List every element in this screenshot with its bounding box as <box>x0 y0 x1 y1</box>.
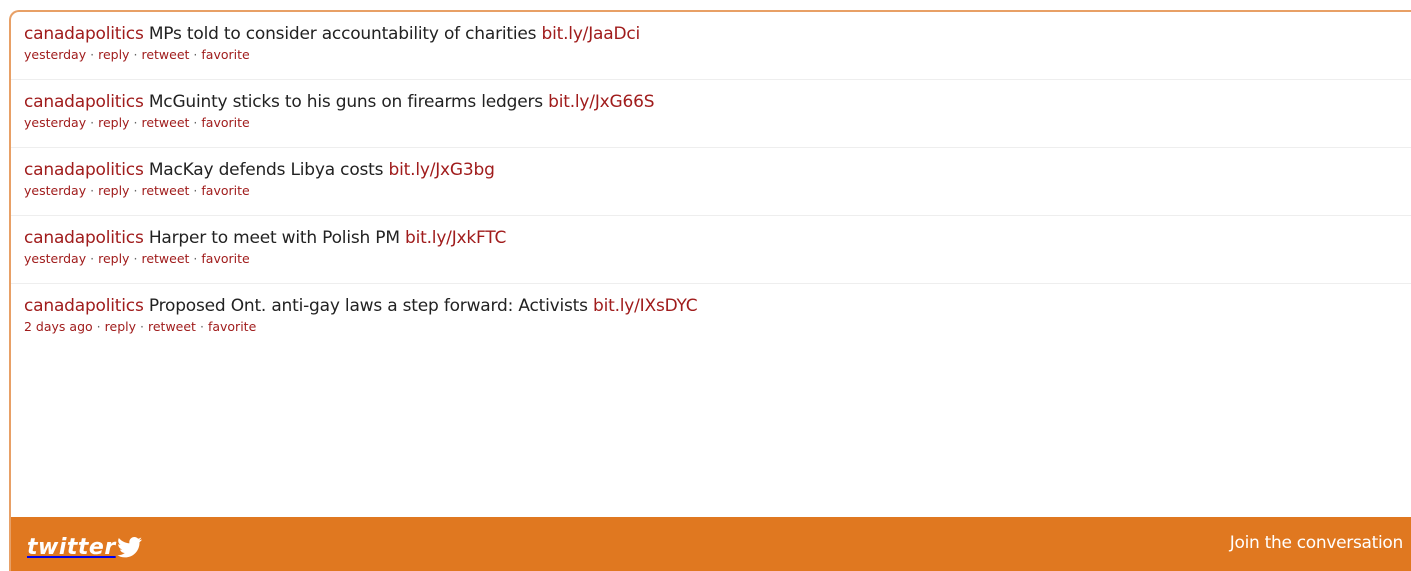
tweet-url-link[interactable]: bit.ly/JaaDci <box>542 24 641 44</box>
separator: · <box>133 47 138 62</box>
favorite-link[interactable]: favorite <box>201 47 249 62</box>
tweet-item: canadapolitics MPs told to consider acco… <box>11 12 1411 80</box>
reply-link[interactable]: reply <box>98 47 129 62</box>
favorite-link[interactable]: favorite <box>201 251 249 266</box>
tweet-user-link[interactable]: canadapolitics <box>24 228 144 248</box>
separator: · <box>90 251 95 266</box>
tweet-text: Harper to meet with Polish PM <box>148 228 400 248</box>
reply-link[interactable]: reply <box>98 251 129 266</box>
tweet-text-line: canadapolitics Harper to meet with Polis… <box>24 227 1411 249</box>
tweet-meta: 2 days ago · reply · retweet · favorite <box>24 319 1411 335</box>
tweet-user-link[interactable]: canadapolitics <box>24 92 144 112</box>
tweet-text: McGuinty sticks to his guns on firearms … <box>148 92 543 112</box>
tweet-timestamp-link[interactable]: yesterday <box>24 251 86 266</box>
retweet-link[interactable]: retweet <box>148 319 196 334</box>
reply-link[interactable]: reply <box>98 183 129 198</box>
tweet-text: MacKay defends Libya costs <box>148 160 384 180</box>
tweet-timestamp-link[interactable]: yesterday <box>24 115 86 130</box>
separator: · <box>96 319 101 334</box>
favorite-link[interactable]: favorite <box>208 319 256 334</box>
tweet-timestamp-link[interactable]: yesterday <box>24 183 86 198</box>
separator: · <box>199 319 204 334</box>
favorite-link[interactable]: favorite <box>201 183 249 198</box>
retweet-link[interactable]: retweet <box>141 115 189 130</box>
tweet-meta: yesterday · reply · retweet · favorite <box>24 251 1411 267</box>
tweet-timestamp-link[interactable]: yesterday <box>24 47 86 62</box>
tweet-item: canadapolitics Proposed Ont. anti-gay la… <box>11 284 1411 352</box>
reply-link[interactable]: reply <box>98 115 129 130</box>
tweet-meta: yesterday · reply · retweet · favorite <box>24 115 1411 131</box>
tweet-user-link[interactable]: canadapolitics <box>24 296 144 316</box>
tweet-text-line: canadapolitics MPs told to consider acco… <box>24 23 1411 45</box>
tweet-meta: yesterday · reply · retweet · favorite <box>24 183 1411 199</box>
tweet-url-link[interactable]: bit.ly/JxG3bg <box>389 160 495 180</box>
favorite-link[interactable]: favorite <box>201 115 249 130</box>
separator: · <box>90 47 95 62</box>
retweet-link[interactable]: retweet <box>141 183 189 198</box>
separator: · <box>90 183 95 198</box>
separator: · <box>133 115 138 130</box>
bird-icon <box>116 537 142 558</box>
retweet-link[interactable]: retweet <box>141 251 189 266</box>
separator: · <box>133 183 138 198</box>
tweet-item: canadapolitics Harper to meet with Polis… <box>11 216 1411 284</box>
tweet-item: canadapolitics MacKay defends Libya cost… <box>11 148 1411 216</box>
twitter-widget: canadapolitics MPs told to consider acco… <box>9 10 1411 571</box>
tweet-text-line: canadapolitics McGuinty sticks to his gu… <box>24 91 1411 113</box>
tweet-meta: yesterday · reply · retweet · favorite <box>24 47 1411 63</box>
separator: · <box>133 251 138 266</box>
tweet-user-link[interactable]: canadapolitics <box>24 24 144 44</box>
tweet-text: MPs told to consider accountability of c… <box>148 24 537 44</box>
widget-footer: twitter Join the conversation <box>11 517 1411 571</box>
reply-link[interactable]: reply <box>105 319 136 334</box>
tweet-user-link[interactable]: canadapolitics <box>24 160 144 180</box>
twitter-logo-text: twitter <box>27 534 116 560</box>
retweet-link[interactable]: retweet <box>141 47 189 62</box>
separator: · <box>193 183 198 198</box>
separator: · <box>90 115 95 130</box>
separator: · <box>193 115 198 130</box>
separator: · <box>140 319 144 334</box>
tweet-timestamp-link[interactable]: 2 days ago <box>24 319 93 334</box>
tweet-text-line: canadapolitics Proposed Ont. anti-gay la… <box>24 295 1411 317</box>
join-conversation-link[interactable]: Join the conversation <box>1230 533 1404 553</box>
tweet-item: canadapolitics McGuinty sticks to his gu… <box>11 80 1411 148</box>
separator: · <box>193 251 198 266</box>
twitter-logo[interactable]: twitter <box>27 534 143 560</box>
tweet-text: Proposed Ont. anti-gay laws a step forwa… <box>148 296 588 316</box>
separator: · <box>193 47 198 62</box>
tweet-url-link[interactable]: bit.ly/IXsDYC <box>593 296 698 316</box>
tweet-url-link[interactable]: bit.ly/JxG66S <box>548 92 654 112</box>
tweet-url-link[interactable]: bit.ly/JxkFTC <box>405 228 506 248</box>
tweet-timeline: canadapolitics MPs told to consider acco… <box>11 12 1411 517</box>
tweet-text-line: canadapolitics MacKay defends Libya cost… <box>24 159 1411 181</box>
